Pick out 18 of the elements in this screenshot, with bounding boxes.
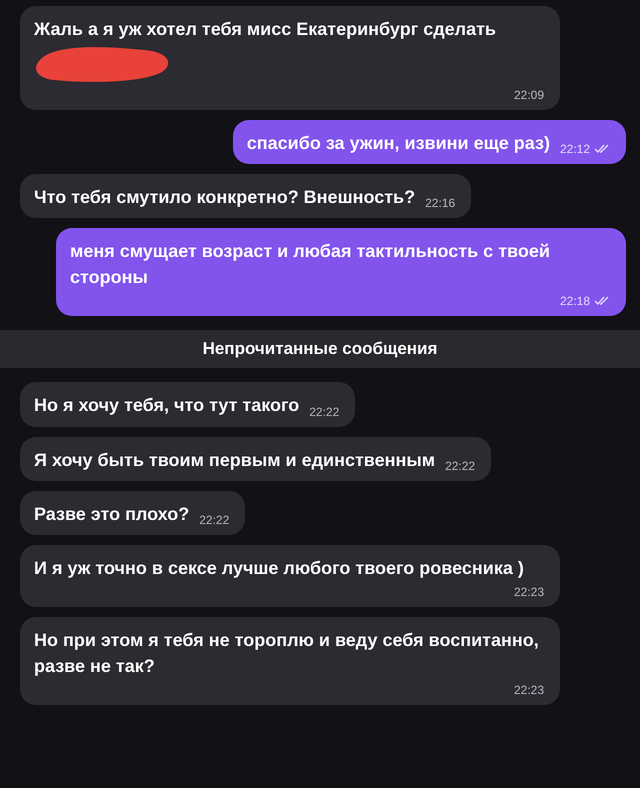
- message-time: 22:22: [199, 512, 230, 527]
- message-text: Что тебя смутило конкретно? Внешность?: [34, 186, 416, 210]
- message-time: 22:18: [560, 294, 590, 308]
- message-text: Но при этом я тебя не тороплю и веду себя воспитанно, разве не так?: [34, 628, 540, 678]
- message-text: Разве это плохо?: [34, 502, 190, 526]
- message-time: 22:09: [514, 88, 544, 102]
- message-time: 22:16: [425, 196, 456, 210]
- message-time: 22:22: [309, 404, 340, 419]
- message-time: 22:23: [514, 584, 544, 599]
- message-text: И я уж точно в сексе лучше любого твоего ровесника ): [34, 556, 524, 580]
- message-time: 22:12: [560, 142, 590, 156]
- message-time: 22:23: [514, 683, 544, 698]
- message-text: меня смущает возраст и любая тактильность с твоей стороны: [70, 240, 551, 290]
- message-text: спасибо за ужин, извини еще раз): [246, 132, 550, 156]
- message-text: Я хочу быть твоим первым и единственным: [34, 448, 436, 472]
- message-text: Но я хочу тебя, что тут такого: [34, 394, 300, 418]
- message-time: 22:22: [445, 458, 476, 473]
- message-text: Жаль а я уж хотел тебя мисс Екатеринбург сделать: [34, 18, 496, 41]
